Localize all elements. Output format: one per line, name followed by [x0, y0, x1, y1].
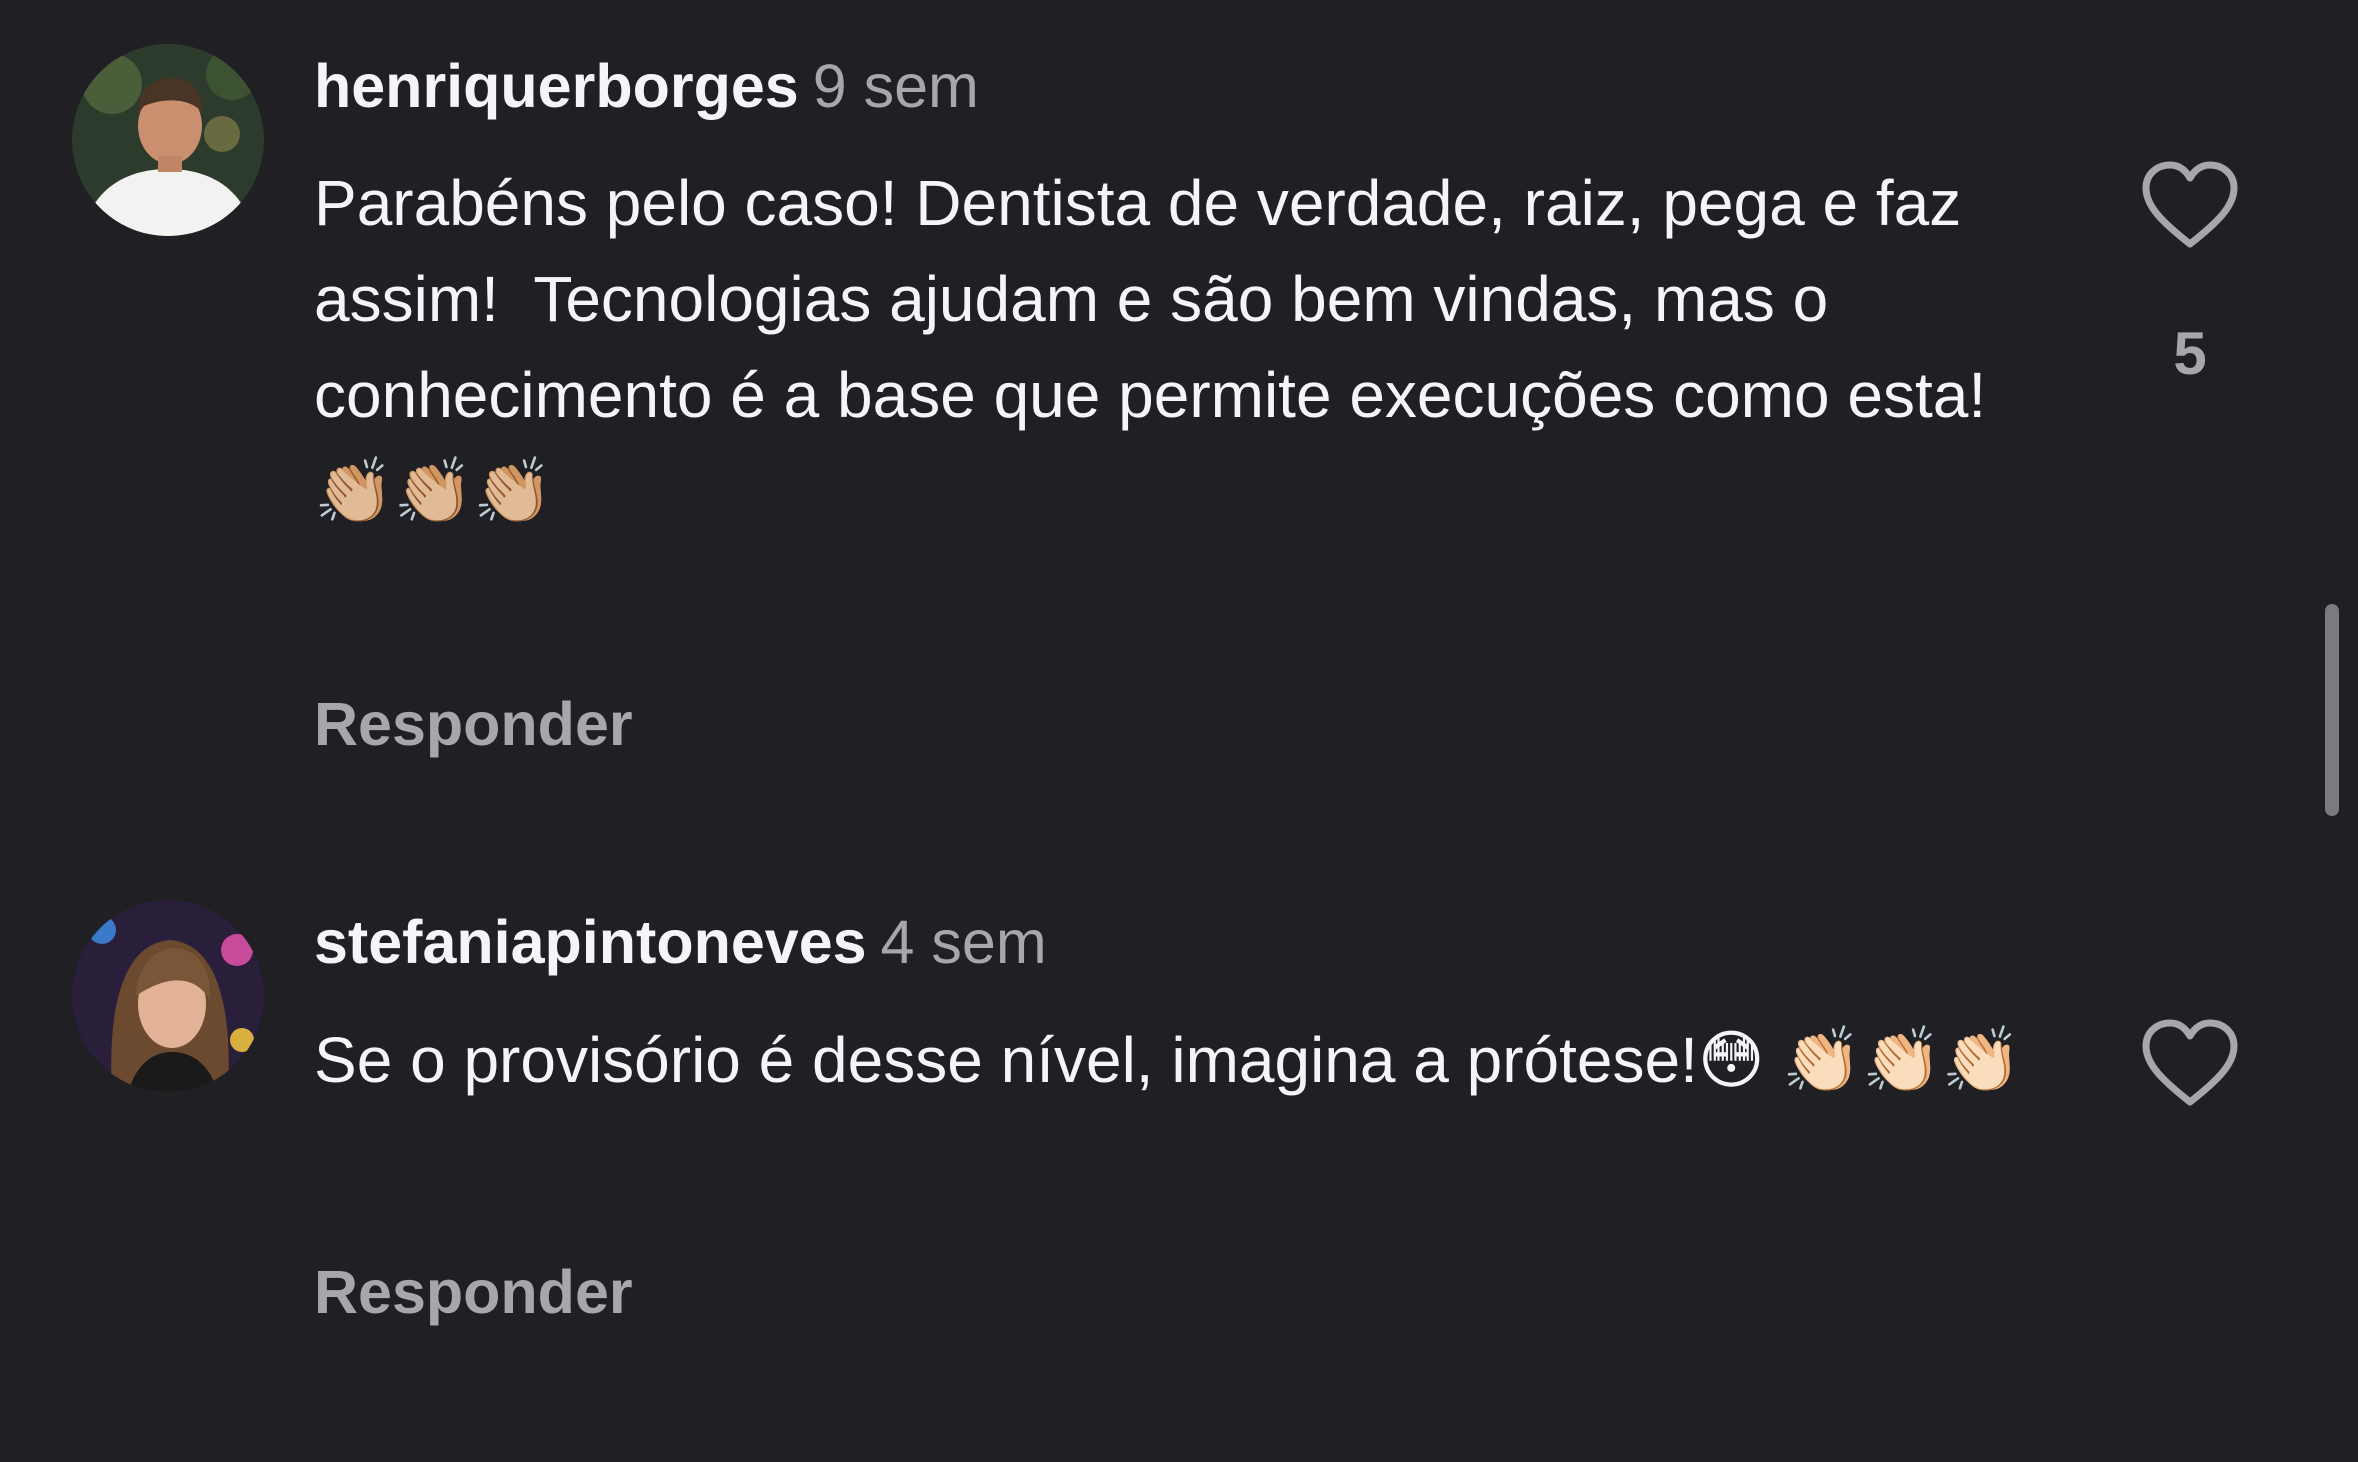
reply-button[interactable]: Responder — [314, 688, 633, 760]
comment-text: Parabéns pelo caso! Dentista de verdade,… — [314, 167, 1987, 527]
username[interactable]: henriquerborges — [314, 52, 799, 120]
comment-text: Se o provisório é desse nível, imagina a… — [314, 1024, 2022, 1096]
avatar[interactable] — [72, 900, 264, 1092]
timestamp: 4 sem — [880, 908, 1047, 976]
heart-outline-icon[interactable] — [2140, 160, 2240, 250]
scrollbar[interactable] — [2325, 604, 2339, 816]
like-count: 5 — [2173, 320, 2207, 387]
avatar[interactable] — [72, 44, 264, 236]
heart-outline-icon[interactable] — [2140, 1018, 2240, 1108]
comment-header: stefaniapintoneves 4 sem — [314, 906, 1047, 978]
username[interactable]: stefaniapintoneves — [314, 908, 867, 976]
reply-button[interactable]: Responder — [314, 1256, 633, 1328]
comment-header: henriquerborges 9 sem — [314, 50, 979, 122]
timestamp: 9 sem — [812, 52, 979, 120]
